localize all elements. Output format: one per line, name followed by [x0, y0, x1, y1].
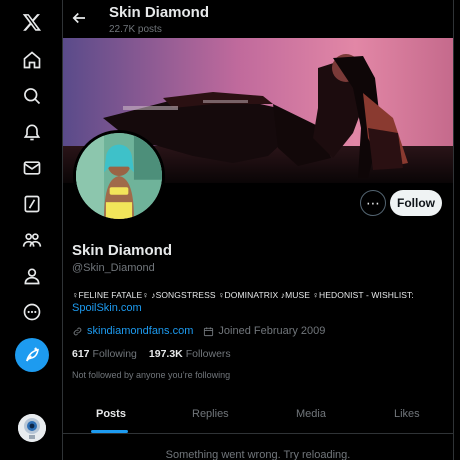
back-arrow-icon[interactable] [69, 8, 89, 28]
following-stat[interactable]: 617 Following [72, 348, 137, 360]
left-nav [0, 0, 62, 460]
profile-meta: skindiamondfans.com Joined February 2009 [72, 324, 325, 338]
tab-replies[interactable]: Replies [192, 408, 229, 420]
x-logo-icon[interactable] [20, 10, 44, 34]
profile-tabs: Posts Replies Media Likes [63, 394, 453, 434]
communities-icon[interactable] [20, 228, 44, 252]
calendar-icon [204, 326, 214, 336]
profile-column: Skin Diamond 22.7K posts ⋯ Follow Skin D… [63, 0, 453, 460]
followers-stat[interactable]: 197.3K Followers [149, 348, 231, 360]
bio-link[interactable]: SpoilSkin.com [72, 302, 142, 314]
link-icon [73, 327, 82, 335]
profile-header-bar: Skin Diamond 22.7K posts [63, 0, 453, 38]
profile-name: Skin Diamond [72, 242, 173, 259]
not-followed-note: Not followed by anyone you’re following [72, 370, 231, 380]
more-options-button[interactable]: ⋯ [360, 190, 386, 216]
profile-avatar[interactable] [73, 130, 165, 222]
column-divider [453, 0, 454, 460]
account-avatar[interactable] [18, 414, 46, 442]
home-icon[interactable] [20, 48, 44, 72]
profile-handle: @Skin_Diamond [72, 262, 155, 274]
tab-likes[interactable]: Likes [394, 408, 420, 420]
post-count: 22.7K posts [109, 24, 162, 35]
messages-icon[interactable] [20, 156, 44, 180]
feather-icon [26, 347, 39, 362]
tab-media[interactable]: Media [296, 408, 326, 420]
search-icon[interactable] [20, 84, 44, 108]
feed-error-message: Something went wrong. Try reloading. [165, 449, 351, 460]
more-dots-icon: ⋯ [366, 194, 380, 211]
active-tab-indicator [91, 430, 128, 433]
follow-button[interactable]: Follow [390, 190, 442, 216]
profile-bio: ♀FELINE FATALE♀ ♪SONGSTRESS ♀DOMINATRIX … [72, 290, 414, 300]
joined-date: Joined February 2009 [218, 325, 326, 337]
compose-post-button[interactable] [15, 338, 49, 372]
profile-icon[interactable] [20, 264, 44, 288]
header-title: Skin Diamond [109, 4, 210, 21]
notifications-icon[interactable] [20, 120, 44, 144]
tab-posts[interactable]: Posts [96, 408, 126, 420]
grok-icon[interactable] [20, 192, 44, 216]
more-icon[interactable] [20, 300, 44, 324]
follow-stats: 617 Following 197.3K Followers [72, 348, 231, 360]
website-link[interactable]: skindiamondfans.com [87, 325, 193, 337]
